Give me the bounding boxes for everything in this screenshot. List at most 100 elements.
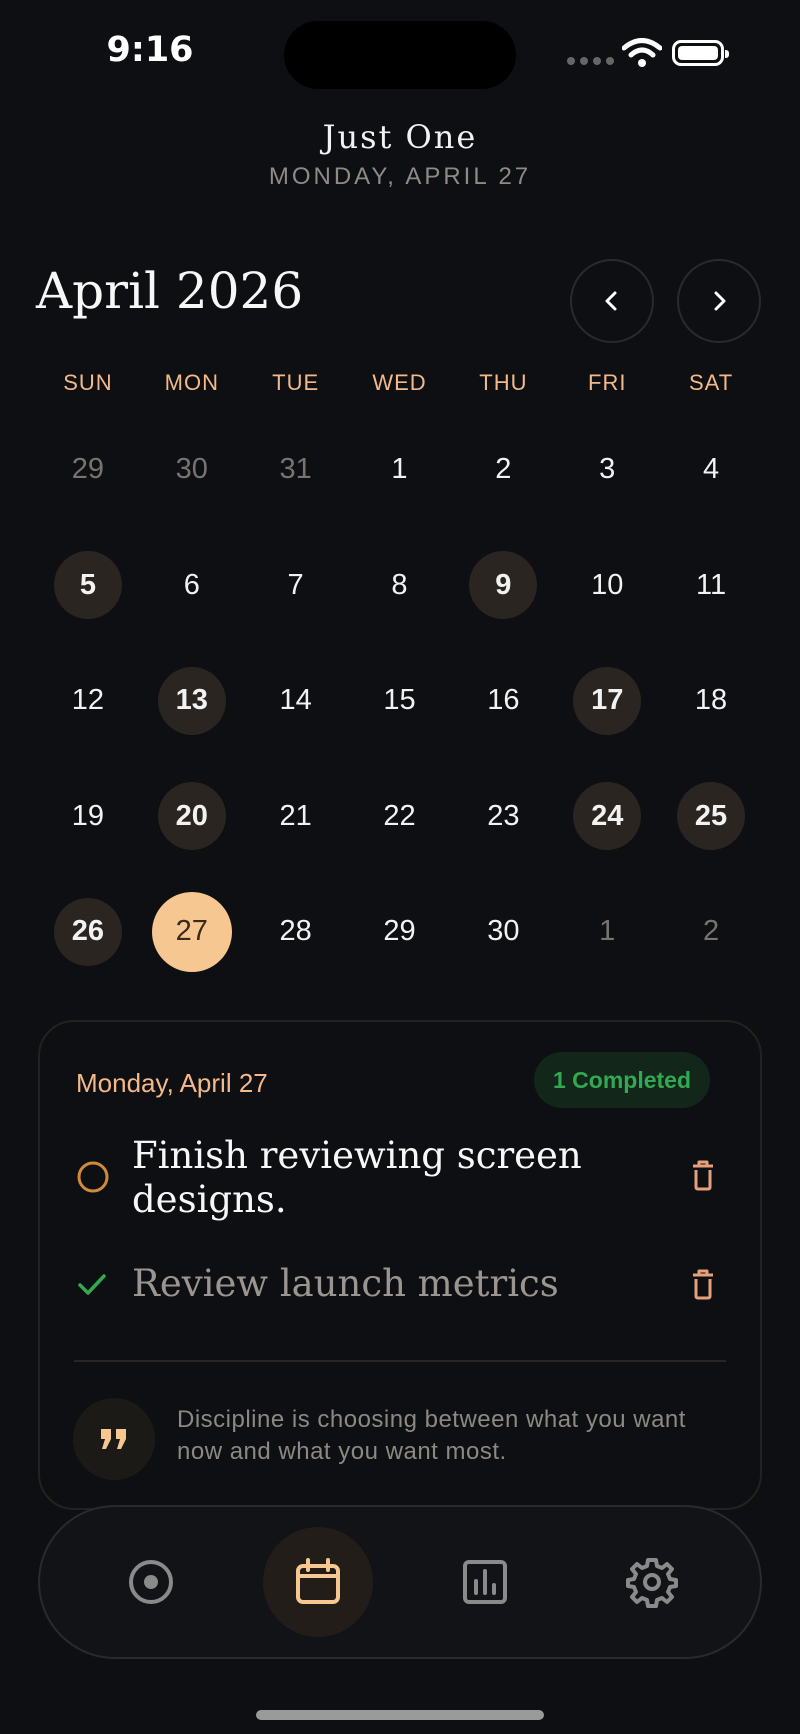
task-item[interactable]: Review launch metrics — [76, 1262, 716, 1306]
battery-icon — [672, 40, 729, 66]
calendar-day[interactable]: 9 — [451, 528, 555, 644]
calendar-day[interactable]: 30 — [451, 874, 555, 990]
calendar-day-number: 17 — [573, 666, 642, 735]
calendar-day[interactable]: 18 — [659, 643, 763, 759]
weekday-label: MON — [164, 370, 219, 395]
calendar-day[interactable]: 5 — [36, 528, 140, 644]
calendar-day-number: 28 — [279, 915, 312, 948]
weekday-label: SAT — [689, 370, 734, 395]
chevron-left-icon — [605, 291, 617, 311]
calendar-day-number: 26 — [53, 897, 122, 966]
calendar-day[interactable]: 25 — [659, 759, 763, 875]
calendar-day-number: 18 — [694, 684, 728, 717]
weekday-label: FRI — [588, 370, 627, 395]
calendar-day[interactable]: 1 — [555, 874, 659, 990]
calendar-day[interactable]: 20 — [140, 759, 244, 875]
dynamic-island — [284, 21, 516, 89]
check-icon[interactable] — [76, 1262, 132, 1305]
incomplete-circle-icon[interactable] — [76, 1134, 132, 1199]
tab-bar — [38, 1505, 762, 1659]
weekday-label: WED — [372, 370, 427, 395]
calendar-day-number: 1 — [599, 915, 616, 948]
calendar-day[interactable]: 31 — [244, 412, 348, 528]
month-title: April 2026 — [36, 262, 304, 320]
calendar-day-number: 25 — [677, 782, 746, 851]
calendar-day[interactable]: 13 — [140, 643, 244, 759]
calendar-day-number: 11 — [696, 568, 727, 601]
task-item[interactable]: Finish reviewing screen designs. — [76, 1134, 716, 1222]
calendar-day-number: 13 — [157, 666, 226, 735]
calendar-day[interactable]: 11 — [659, 528, 763, 644]
calendar-day-number: 8 — [391, 568, 408, 601]
calendar-day-number: 19 — [71, 799, 105, 832]
calendar-day[interactable]: 19 — [36, 759, 140, 875]
calendar-day[interactable]: 24 — [555, 759, 659, 875]
calendar-day-number: 24 — [573, 782, 642, 851]
calendar-day[interactable]: 8 — [348, 528, 452, 644]
calendar-grid: 29 30 31 1 2 3 4 5 6 7 8 9 10 11 12 13 14 15 16 17 18 19 20 21 2… — [36, 412, 763, 990]
weekday-label: THU — [479, 370, 528, 395]
tab-stats[interactable] — [430, 1527, 540, 1637]
calendar-day[interactable]: 3 — [555, 412, 659, 528]
calendar-day[interactable]: 12 — [36, 643, 140, 759]
weekday-header: SUN MON TUE WED THU FRI SAT — [36, 370, 763, 396]
calendar-day-number: 21 — [279, 799, 312, 832]
calendar-day-number: 30 — [175, 453, 208, 486]
calendar-day-number: 29 — [383, 915, 416, 948]
next-month-button[interactable] — [677, 259, 761, 343]
calendar-day[interactable]: 1 — [348, 412, 452, 528]
focus-icon — [129, 1560, 173, 1604]
tab-focus[interactable] — [96, 1527, 206, 1637]
quote-icon — [73, 1398, 155, 1480]
tab-calendar[interactable] — [263, 1527, 373, 1637]
status-time: 9:16 — [106, 30, 194, 70]
wifi-icon — [621, 38, 663, 73]
calendar-day-number: 27 — [151, 891, 232, 972]
calendar-day[interactable]: 6 — [140, 528, 244, 644]
chevron-right-icon — [714, 291, 726, 311]
quote-text: Discipline is choosing between what you … — [177, 1406, 686, 1465]
calendar-day[interactable]: 10 — [555, 528, 659, 644]
tab-settings[interactable] — [597, 1527, 707, 1637]
calendar-day-number: 31 — [279, 453, 312, 486]
trash-icon[interactable] — [690, 1262, 716, 1305]
calendar-day[interactable]: 23 — [451, 759, 555, 875]
calendar-day[interactable]: 17 — [555, 643, 659, 759]
calendar-day[interactable]: 7 — [244, 528, 348, 644]
task-text: Finish reviewing screen designs. — [132, 1134, 582, 1221]
task-text: Review launch metrics — [132, 1262, 559, 1305]
calendar-day[interactable]: 14 — [244, 643, 348, 759]
calendar-day[interactable]: 22 — [348, 759, 452, 875]
calendar-day[interactable]: 2 — [451, 412, 555, 528]
calendar-day-number: 1 — [391, 453, 408, 486]
weekday-label: TUE — [272, 370, 320, 395]
weekday-label: SUN — [63, 370, 113, 395]
calendar-day-selected[interactable]: 27 — [140, 874, 244, 990]
selected-date-label: Monday, April 27 — [76, 1068, 268, 1098]
calendar-day-number: 30 — [487, 915, 520, 948]
calendar-day-number: 2 — [702, 915, 720, 948]
home-indicator — [256, 1710, 544, 1720]
calendar-day[interactable]: 26 — [36, 874, 140, 990]
calendar-day-number: 12 — [71, 684, 105, 717]
calendar-day[interactable]: 28 — [244, 874, 348, 990]
calendar-day-number: 10 — [591, 568, 624, 601]
calendar-day[interactable]: 21 — [244, 759, 348, 875]
calendar-day[interactable]: 30 — [140, 412, 244, 528]
calendar-day-number: 5 — [53, 551, 122, 620]
calendar-day[interactable]: 29 — [36, 412, 140, 528]
divider — [74, 1360, 726, 1362]
calendar-day[interactable]: 16 — [451, 643, 555, 759]
calendar-day-number: 16 — [487, 684, 520, 717]
calendar-day[interactable]: 15 — [348, 643, 452, 759]
calendar-day[interactable]: 2 — [659, 874, 763, 990]
calendar-day-number: 4 — [702, 453, 720, 486]
trash-icon[interactable] — [690, 1134, 716, 1196]
stats-icon — [463, 1560, 507, 1604]
calendar-day-number: 7 — [287, 568, 304, 601]
calendar-day[interactable]: 4 — [659, 412, 763, 528]
previous-month-button[interactable] — [570, 259, 654, 343]
calendar-day[interactable]: 29 — [348, 874, 452, 990]
app-title: Just One — [322, 118, 478, 156]
calendar-day-number: 20 — [157, 782, 226, 851]
